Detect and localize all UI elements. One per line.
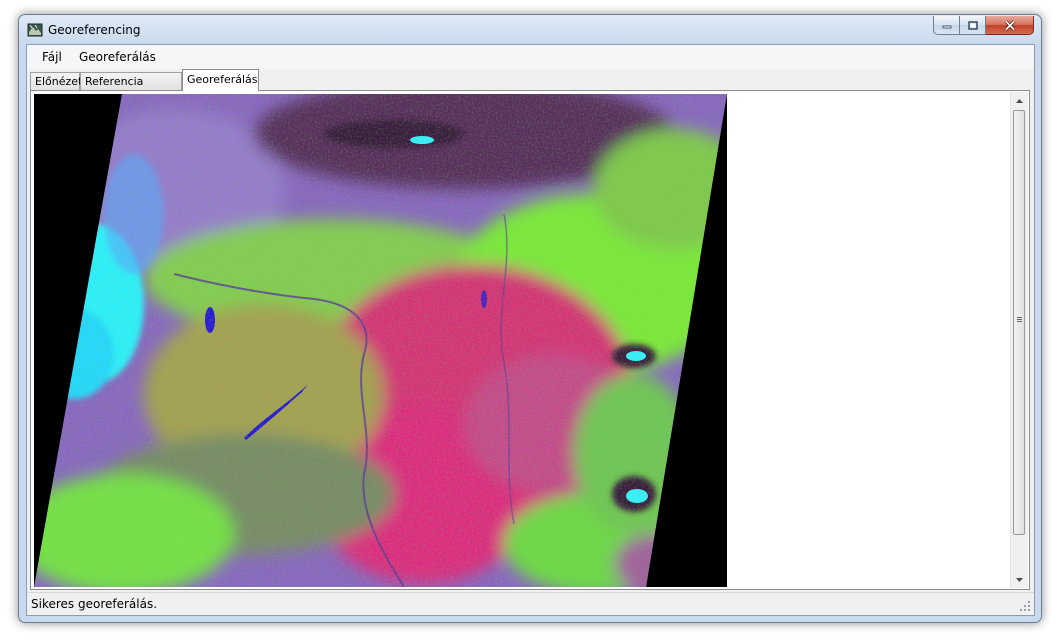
- window-title: Georeferencing: [48, 23, 141, 37]
- tab-strip: Előnézet Referencia pontok Georeferálás: [27, 69, 1034, 105]
- scroll-down-button[interactable]: [1011, 571, 1028, 588]
- minimize-icon: [942, 25, 951, 29]
- minimize-button[interactable]: [933, 16, 960, 35]
- vertical-scrollbar[interactable]: [1010, 92, 1028, 588]
- menu-georeferencing[interactable]: Georeferálás: [73, 50, 162, 64]
- arrow-down-icon: [1016, 577, 1023, 582]
- arrow-up-icon: [1016, 98, 1023, 103]
- tab-preview[interactable]: Előnézet: [30, 72, 82, 90]
- menu-bar: Fájl Georeferálás: [27, 45, 1034, 69]
- close-button[interactable]: [986, 16, 1034, 35]
- maximize-button[interactable]: [960, 16, 986, 35]
- scrollbar-thumb[interactable]: [1013, 110, 1025, 535]
- status-bar: Sikeres georeferálás.: [27, 592, 1034, 615]
- client-area: Fájl Georeferálás Előnézet Referencia po…: [26, 44, 1035, 616]
- tab-reference-points[interactable]: Referencia pontok: [80, 72, 182, 105]
- maximize-icon: [967, 20, 978, 30]
- satellite-image-view[interactable]: [34, 94, 727, 587]
- menu-file[interactable]: Fájl: [36, 50, 68, 64]
- georeferencing-tab-page: [30, 90, 1030, 590]
- title-bar[interactable]: Georeferencing: [19, 15, 1041, 45]
- scroll-up-button[interactable]: [1011, 92, 1028, 109]
- satellite-image: [34, 94, 727, 587]
- grip-lines-icon: [1017, 317, 1022, 323]
- tab-georeferencing[interactable]: Georeferálás: [182, 69, 259, 91]
- resize-grip-icon[interactable]: [1020, 601, 1031, 612]
- status-text: Sikeres georeferálás.: [31, 597, 158, 611]
- main-window: Georeferencing Fájl Georeferálás Előnéze…: [18, 14, 1042, 623]
- app-map-icon: [27, 23, 43, 37]
- close-icon: [1004, 19, 1015, 31]
